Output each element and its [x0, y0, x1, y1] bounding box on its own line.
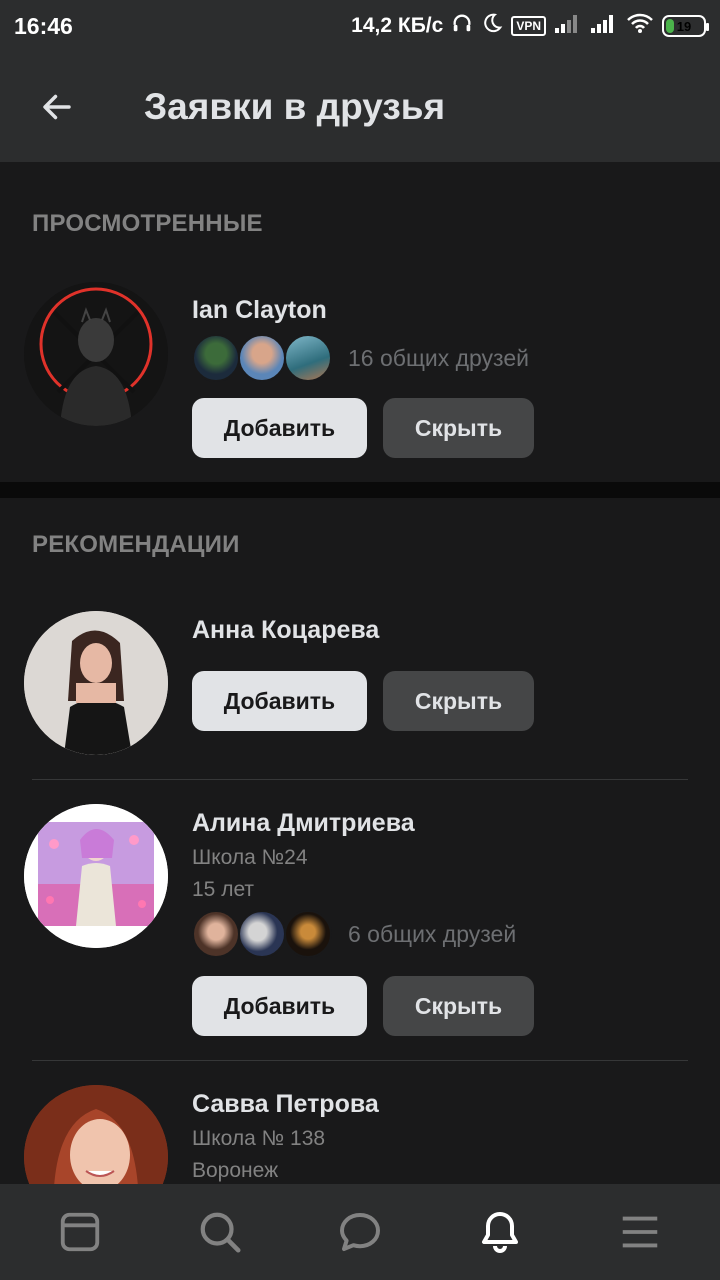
user-name[interactable]: Савва Петрова [192, 1090, 379, 1119]
mutual-avatar [192, 910, 240, 958]
section-title-viewed: ПРОСМОТРЕННЫЕ [32, 210, 263, 237]
user-age: 15 лет [192, 878, 255, 901]
search-icon [200, 1212, 241, 1253]
status-icons: 14,2 КБ/с VPN 19 [351, 12, 709, 40]
user-school: Школа №24 [192, 846, 308, 869]
tab-search[interactable] [180, 1192, 260, 1272]
recommendation-card: Анна Коцарева Добавить Скрыть [0, 611, 720, 781]
card-separator [32, 1060, 688, 1061]
viewed-section: ПРОСМОТРЕННЫЕ Ian Clayton 16 общих друзе… [0, 162, 720, 482]
avatar[interactable] [24, 804, 168, 948]
recommendation-card: Савва Петрова Школа № 138 Воронеж [0, 1085, 720, 1188]
back-button[interactable] [22, 72, 92, 142]
avatar[interactable] [24, 282, 168, 426]
mutual-avatar [192, 334, 240, 382]
mutual-friends[interactable]: 6 общих друзей [192, 910, 516, 958]
hide-button[interactable]: Скрыть [383, 976, 534, 1036]
tab-messages[interactable] [320, 1192, 400, 1272]
user-city: Воронеж [192, 1159, 279, 1182]
hide-button[interactable]: Скрыть [383, 398, 534, 458]
avatar[interactable] [24, 1085, 168, 1188]
card-separator [32, 779, 688, 780]
wifi-icon [626, 12, 654, 40]
mutual-avatar [238, 910, 286, 958]
mutual-friends-count: 6 общих друзей [348, 920, 517, 947]
user-name[interactable]: Анна Коцарева [192, 616, 379, 645]
notifications-icon [482, 1212, 518, 1253]
bottom-tab-bar [0, 1184, 720, 1280]
recommendation-card: Алина Дмитриева Школа №24 15 лет 6 общих… [0, 804, 720, 1054]
status-time: 16:46 [14, 12, 73, 39]
tab-notifications[interactable] [460, 1192, 540, 1272]
user-name[interactable]: Алина Дмитриева [192, 809, 415, 838]
friend-request-card: Ian Clayton 16 общих друзей Добавить Скр… [0, 282, 720, 472]
network-speed: 14,2 КБ/с [351, 14, 444, 37]
mutual-avatar [238, 334, 286, 382]
tab-news[interactable] [40, 1192, 120, 1272]
user-name[interactable]: Ian Clayton [192, 296, 327, 325]
signal-icon [554, 12, 582, 40]
mutual-friends[interactable]: 16 общих друзей [192, 334, 529, 382]
status-bar: 16:46 14,2 КБ/с VPN 19 [0, 0, 720, 52]
mutual-avatar [284, 910, 332, 958]
mutual-friends-count: 16 общих друзей [348, 344, 529, 371]
hide-button[interactable]: Скрыть [383, 671, 534, 731]
battery-level: 19 [676, 18, 692, 34]
moon-icon [481, 12, 503, 40]
menu-icon [622, 1216, 658, 1248]
page-title: Заявки в друзья [144, 86, 446, 127]
headphones-icon [451, 12, 473, 40]
arrow-left-icon [43, 94, 71, 120]
messages-icon [340, 1213, 380, 1251]
recommendations-section: РЕКОМЕНДАЦИИ Анна Коцарева Добавить Скры… [0, 498, 720, 1188]
section-title-recommendations: РЕКОМЕНДАЦИИ [32, 531, 240, 558]
battery-icon: 19 [662, 15, 709, 37]
add-friend-button[interactable]: Добавить [192, 671, 367, 731]
add-friend-button[interactable]: Добавить [192, 398, 367, 458]
signal-icon-2 [590, 12, 618, 40]
avatar[interactable] [24, 611, 168, 755]
add-friend-button[interactable]: Добавить [192, 976, 367, 1036]
user-school: Школа № 138 [192, 1127, 326, 1150]
tab-menu[interactable] [600, 1192, 680, 1272]
section-divider [0, 482, 720, 498]
app-header: Заявки в друзья [0, 52, 720, 162]
vpn-badge: VPN [511, 16, 546, 36]
news-icon [60, 1212, 100, 1252]
mutual-avatar [284, 334, 332, 382]
